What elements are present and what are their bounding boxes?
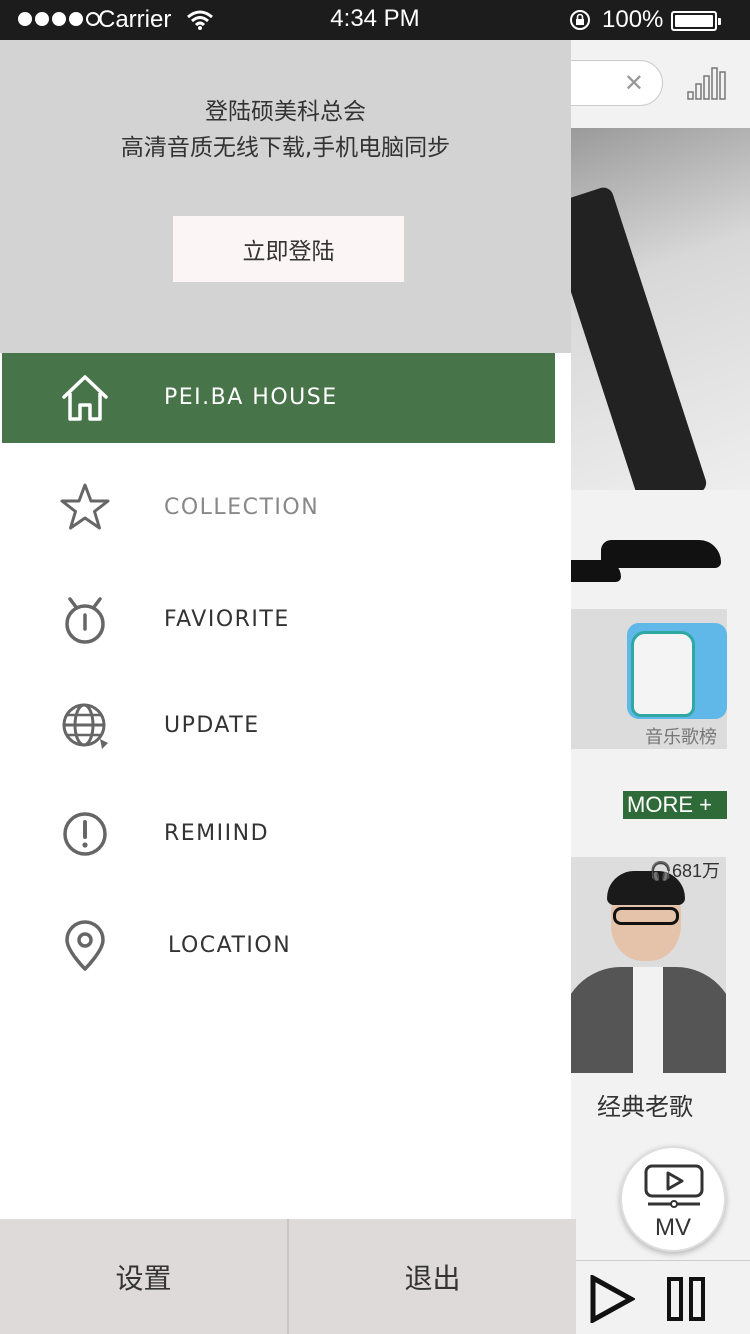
side-drawer: 登陆硕美科总会 高清音质无线下载,手机电脑同步 立即登陆 PEI.BA HOUS… <box>0 40 576 1334</box>
menu-item-update[interactable]: UPDATE <box>2 681 555 771</box>
drawer-footer: 设置 退出 <box>0 1219 576 1334</box>
clear-icon[interactable]: ✕ <box>624 69 644 97</box>
music-chart-label: 音乐歌榜 <box>645 727 717 748</box>
location-pin-icon <box>65 920 105 971</box>
alarm-clock-icon <box>65 597 105 644</box>
menu-item-label: FAVIORITE <box>164 607 290 632</box>
menu-item-home[interactable]: PEI.BA HOUSE <box>2 353 555 443</box>
menu-item-favorite[interactable]: FAVIORITE <box>2 575 555 665</box>
login-prompt-subtitle: 高清音质无线下载,手机电脑同步 <box>120 135 451 161</box>
globe-refresh-icon <box>62 703 108 749</box>
equalizer-icon[interactable] <box>686 64 728 100</box>
menu-item-label: PEI.BA HOUSE <box>164 385 338 410</box>
rotation-lock-icon <box>570 10 590 30</box>
battery-icon <box>671 11 721 31</box>
login-prompt-title: 登陆硕美科总会 <box>205 99 366 125</box>
star-icon <box>60 483 110 530</box>
more-button[interactable]: MORE + <box>623 791 727 819</box>
drawer-header: 登陆硕美科总会 高清音质无线下载,手机电脑同步 立即登陆 <box>0 40 571 353</box>
menu-item-label: LOCATION <box>168 933 292 958</box>
play-icon[interactable] <box>589 1275 635 1323</box>
mv-label: MV <box>655 1214 691 1241</box>
album-title[interactable]: 经典老歌 <box>597 1087 693 1122</box>
more-label: MORE <box>627 792 693 817</box>
play-count: 🎧681万 <box>649 861 720 881</box>
mini-player <box>571 1260 750 1334</box>
banner-image-lower <box>571 490 750 610</box>
menu-item-location[interactable]: LOCATION <box>2 901 555 991</box>
mv-button[interactable]: MV <box>620 1146 726 1252</box>
menu-item-label: UPDATE <box>164 713 260 738</box>
menu-item-collection[interactable]: COLLECTION <box>2 463 555 553</box>
menu-item-label: COLLECTION <box>164 495 320 520</box>
menu-item-remind[interactable]: REMIIND <box>2 789 555 879</box>
headphones-icon: 🎧 <box>649 861 672 881</box>
settings-button[interactable]: 设置 <box>0 1219 287 1334</box>
alert-circle-icon <box>63 812 107 856</box>
battery-percentage: 100% <box>602 6 664 33</box>
video-player-icon <box>644 1164 704 1208</box>
music-chart-card[interactable]: 音乐歌榜 <box>571 609 727 749</box>
status-bar: Carrier 4:34 PM 100% <box>0 0 750 40</box>
login-button[interactable]: 立即登陆 <box>173 216 404 282</box>
menu-item-label: REMIIND <box>164 821 270 846</box>
logout-button[interactable]: 退出 <box>289 1219 576 1334</box>
pause-icon[interactable] <box>667 1277 707 1321</box>
album-card[interactable]: 🎧681万 <box>571 857 726 1073</box>
bear-illustration <box>631 631 695 717</box>
plus-icon: + <box>699 792 712 817</box>
home-icon <box>62 375 108 421</box>
banner-image[interactable] <box>571 128 750 490</box>
